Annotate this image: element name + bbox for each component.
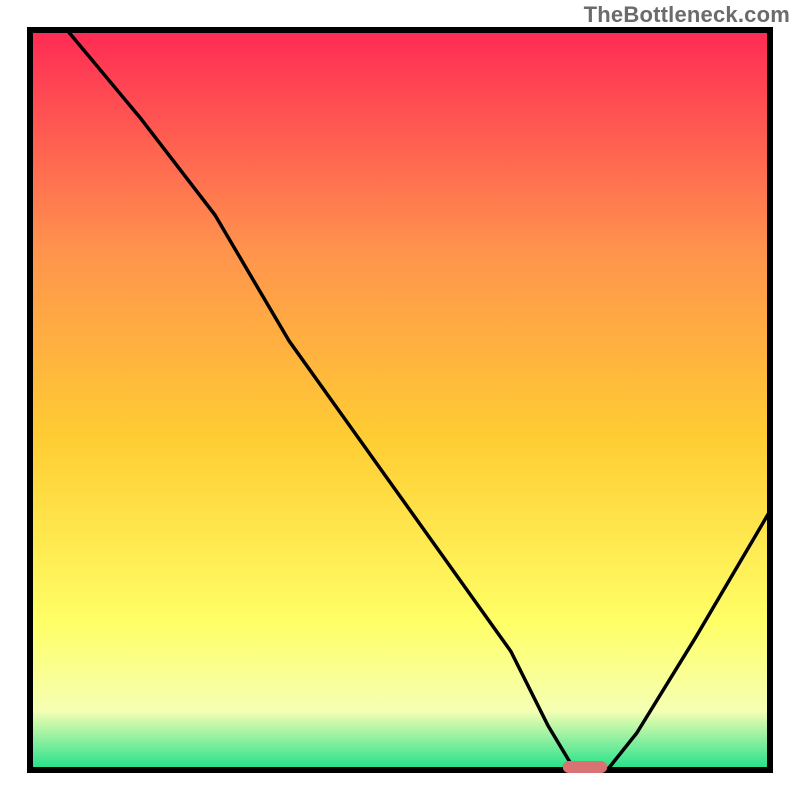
bottleneck-chart [0, 0, 800, 800]
watermark-text: TheBottleneck.com [584, 2, 790, 28]
chart-frame: TheBottleneck.com [0, 0, 800, 800]
heatmap-background [30, 30, 770, 770]
optimal-marker [563, 761, 607, 773]
